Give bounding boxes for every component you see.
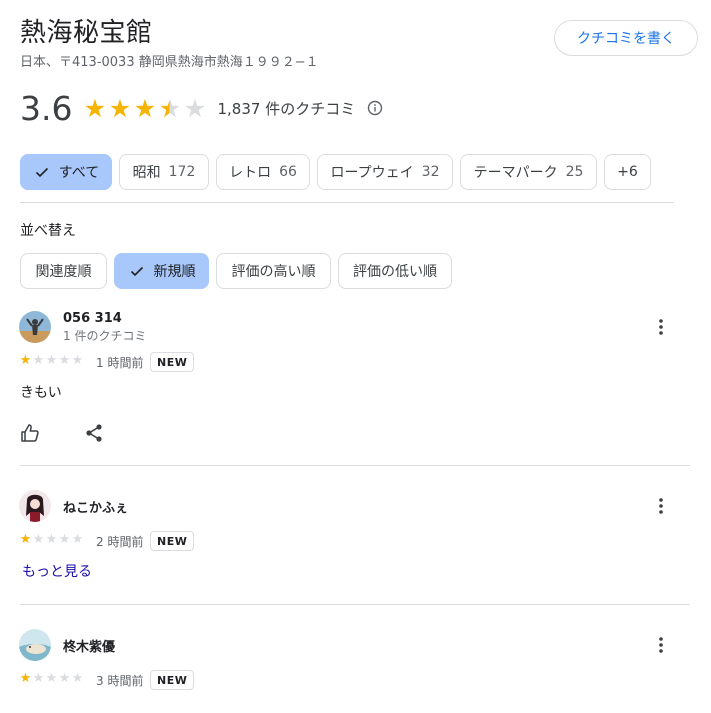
sort-chip-lowest[interactable]: 評価の低い順 xyxy=(338,253,452,289)
rating-stars: ★ ★ ★ ★ ★ xyxy=(82,96,207,121)
empty-star-icon: ★ xyxy=(58,532,71,547)
more-link[interactable]: もっと見る xyxy=(22,561,92,581)
filter-chip-label: ロープウェイ xyxy=(330,165,414,181)
star-icon: ★ xyxy=(19,671,32,686)
sort-chip-relevance[interactable]: 関連度順 xyxy=(20,253,107,289)
star-icon: ★ xyxy=(83,93,107,123)
empty-star-icon: ★ xyxy=(32,671,45,686)
empty-star-icon: ★ xyxy=(32,532,45,547)
review-time: 1 時間前 xyxy=(96,356,144,370)
avatar[interactable] xyxy=(19,490,51,522)
review-text: きもい xyxy=(20,385,62,401)
empty-star-icon: ★ xyxy=(71,353,84,368)
reviewer-name[interactable]: ねこかふぇ xyxy=(63,497,128,516)
divider xyxy=(20,604,690,605)
sort-label: 並べ替え xyxy=(20,223,76,239)
empty-star-icon: ★ xyxy=(45,671,58,686)
half-star-icon: ★ xyxy=(158,93,182,123)
reviewer-name[interactable]: 柊木紫優 xyxy=(63,636,115,655)
star-icon: ★ xyxy=(133,93,157,123)
sort-chip-label: 評価の高い順 xyxy=(231,264,316,280)
like-icon[interactable] xyxy=(19,422,41,444)
empty-star-icon: ★ xyxy=(71,532,84,547)
info-icon[interactable] xyxy=(367,100,383,116)
filter-chip-retro[interactable]: レトロ 66 xyxy=(216,154,310,190)
star-icon: ★ xyxy=(19,353,32,368)
rating-value: 3.6 xyxy=(20,88,73,128)
review-time: 2 時間前 xyxy=(96,535,144,549)
empty-star-icon: ★ xyxy=(71,671,84,686)
rating-summary: 3.6 ★ ★ ★ ★ ★ 1,837 件のクチコミ xyxy=(20,88,383,128)
filter-chip-ropeway[interactable]: ロープウェイ 32 xyxy=(317,154,453,190)
review-count: 1,837 件のクチコミ xyxy=(217,99,356,118)
filter-chip-count: 25 xyxy=(565,164,584,180)
empty-star-icon: ★ xyxy=(45,532,58,547)
filter-chip-count: 172 xyxy=(168,164,196,180)
filter-chip-themepark[interactable]: テーマパーク 25 xyxy=(460,154,597,190)
new-badge: NEW xyxy=(150,670,195,690)
review-stars: ★ ★ ★ ★ ★ xyxy=(19,354,84,367)
more-options-icon[interactable] xyxy=(649,494,673,518)
avatar[interactable] xyxy=(19,629,51,661)
filter-chip-label: テーマパーク xyxy=(473,165,558,181)
filter-chip-label: すべて xyxy=(58,165,100,181)
empty-star-icon: ★ xyxy=(58,671,71,686)
avatar[interactable] xyxy=(19,311,51,343)
filter-chip-count: 32 xyxy=(421,164,440,180)
empty-star-icon: ★ xyxy=(32,353,45,368)
check-icon xyxy=(33,163,51,181)
reviewer-review-count: 1 件のクチコミ xyxy=(63,329,147,343)
empty-star-icon: ★ xyxy=(45,353,58,368)
new-badge: NEW xyxy=(150,352,195,372)
filter-chip-label: 昭和 xyxy=(132,165,161,181)
sort-chip-label: 新規順 xyxy=(153,264,196,280)
sort-chip-label: 評価の低い順 xyxy=(353,264,437,280)
star-icon: ★ xyxy=(108,93,132,123)
filter-chip-showa[interactable]: 昭和 172 xyxy=(119,154,209,190)
empty-star-icon: ★ xyxy=(183,93,207,123)
review-time: 3 時間前 xyxy=(96,674,144,688)
more-options-icon[interactable] xyxy=(649,315,673,339)
filter-chip-label: レトロ xyxy=(229,165,272,181)
place-title: 熱海秘宝館 xyxy=(20,18,153,48)
review-stars: ★ ★ ★ ★ ★ xyxy=(19,672,84,685)
more-options-icon[interactable] xyxy=(649,633,673,657)
write-review-button[interactable]: クチコミを書く xyxy=(554,20,698,56)
sort-chip-highest[interactable]: 評価の高い順 xyxy=(216,253,331,289)
sort-chip-label: 関連度順 xyxy=(35,264,92,280)
filter-chip-label: +6 xyxy=(617,164,638,180)
star-icon: ★ xyxy=(19,532,32,547)
reviewer-name[interactable]: 056 314 xyxy=(63,311,122,326)
filter-chip-more[interactable]: +6 xyxy=(604,154,651,190)
filter-chip-count: 66 xyxy=(279,164,297,180)
sort-chip-newest[interactable]: 新規順 xyxy=(114,253,209,289)
new-badge: NEW xyxy=(150,531,195,551)
divider xyxy=(20,202,674,203)
check-icon xyxy=(128,262,146,280)
divider xyxy=(20,465,690,466)
review-stars: ★ ★ ★ ★ ★ xyxy=(19,533,84,546)
share-icon[interactable] xyxy=(83,422,105,444)
filter-chip-all[interactable]: すべて xyxy=(20,154,112,190)
empty-star-icon: ★ xyxy=(58,353,71,368)
place-address: 日本、〒413-0033 静岡県熱海市熱海１９９２−１ xyxy=(20,55,319,70)
